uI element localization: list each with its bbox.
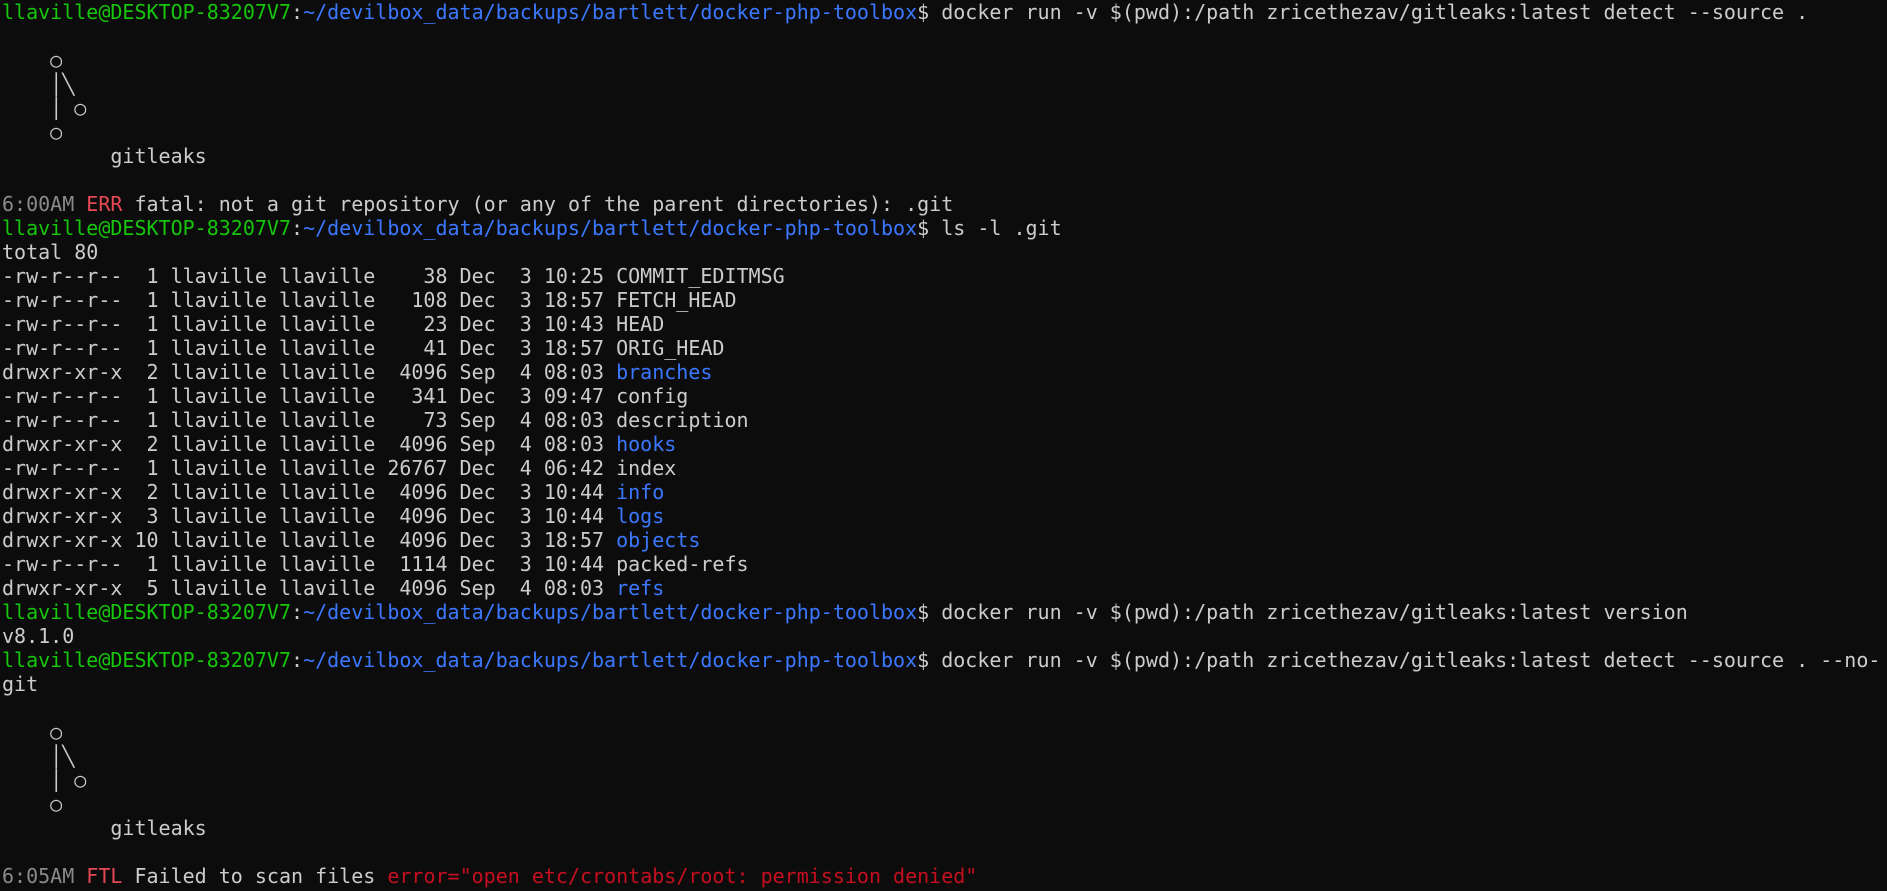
listing-row: -rw-r--r-- 1 llaville llaville 23 Dec 3 … xyxy=(2,312,1887,336)
listing-row: -rw-r--r-- 1 llaville llaville 38 Dec 3 … xyxy=(2,264,1887,288)
file-name: FETCH_HEAD xyxy=(616,288,737,312)
logo-line: │ ○ xyxy=(2,768,87,792)
prompt-separator: : xyxy=(290,0,304,24)
prompt-path: ~/devilbox_data/backups/bartlett/docker-… xyxy=(303,0,918,24)
prompt-user-host: llaville@DESKTOP-83207V7 xyxy=(2,600,291,624)
listing-row: drwxr-xr-x 2 llaville llaville 4096 Dec … xyxy=(2,480,1887,504)
prompt-user-host: llaville@DESKTOP-83207V7 xyxy=(2,216,291,240)
prompt-user-host: llaville@DESKTOP-83207V7 xyxy=(2,648,291,672)
file-meta: -rw-r--r-- 1 llaville llaville 73 Sep 4 … xyxy=(2,408,617,432)
logo-name: gitleaks xyxy=(2,144,207,168)
command-text: docker run -v $(pwd):/path zricethezav/g… xyxy=(929,648,1881,672)
file-name: COMMIT_EDITMSG xyxy=(616,264,785,288)
prompt-symbol: $ xyxy=(917,600,930,624)
log-line-err: 6:00AM ERR fatal: not a git repository (… xyxy=(2,192,1887,216)
prompt-path: ~/devilbox_data/backups/bartlett/docker-… xyxy=(303,600,918,624)
listing-total: total 80 xyxy=(2,240,99,264)
command-text: docker run -v $(pwd):/path zricethezav/g… xyxy=(929,0,1809,24)
directory-name: info xyxy=(616,480,665,504)
listing-row: drwxr-xr-x 3 llaville llaville 4096 Dec … xyxy=(2,504,1887,528)
logo-line: ○ xyxy=(2,120,63,144)
listing-row: -rw-r--r-- 1 llaville llaville 108 Dec 3… xyxy=(2,288,1887,312)
logo-line: ○ xyxy=(2,720,63,744)
command-text-wrapped: git xyxy=(2,672,39,696)
listing-row: -rw-r--r-- 1 llaville llaville 1114 Dec … xyxy=(2,552,1887,576)
file-meta: drwxr-xr-x 10 llaville llaville 4096 Dec… xyxy=(2,528,617,552)
command-text: docker run -v $(pwd):/path zricethezav/g… xyxy=(929,600,1688,624)
prompt-line: llaville@DESKTOP-83207V7:~/devilbox_data… xyxy=(2,600,1887,624)
file-meta: drwxr-xr-x 2 llaville llaville 4096 Sep … xyxy=(2,432,617,456)
listing-row: -rw-r--r-- 1 llaville llaville 41 Dec 3 … xyxy=(2,336,1887,360)
prompt-line: llaville@DESKTOP-83207V7:~/devilbox_data… xyxy=(2,0,1887,24)
directory-name: refs xyxy=(616,576,665,600)
file-meta: -rw-r--r-- 1 llaville llaville 108 Dec 3… xyxy=(2,288,617,312)
log-timestamp: 6:00AM xyxy=(2,192,75,216)
prompt-user-host: llaville@DESKTOP-83207V7 xyxy=(2,0,291,24)
listing-row: drwxr-xr-x 10 llaville llaville 4096 Dec… xyxy=(2,528,1887,552)
logo-name: gitleaks xyxy=(2,816,207,840)
version-output: v8.1.0 xyxy=(2,624,75,648)
listing-row: -rw-r--r-- 1 llaville llaville 341 Dec 3… xyxy=(2,384,1887,408)
prompt-separator: : xyxy=(290,648,304,672)
prompt-line: llaville@DESKTOP-83207V7:~/devilbox_data… xyxy=(2,216,1887,240)
log-level-err: ERR xyxy=(86,192,123,216)
terminal-window[interactable]: llaville@DESKTOP-83207V7:~/devilbox_data… xyxy=(0,0,1887,891)
logo-line: │ ○ xyxy=(2,96,87,120)
logo-line: │╲ xyxy=(2,744,75,768)
listing-row: drwxr-xr-x 5 llaville llaville 4096 Sep … xyxy=(2,576,1887,600)
file-meta: drwxr-xr-x 5 llaville llaville 4096 Sep … xyxy=(2,576,617,600)
prompt-symbol: $ xyxy=(917,0,930,24)
file-meta: -rw-r--r-- 1 llaville llaville 26767 Dec… xyxy=(2,456,617,480)
file-name: HEAD xyxy=(616,312,665,336)
directory-name: hooks xyxy=(616,432,677,456)
listing-row: drwxr-xr-x 2 llaville llaville 4096 Sep … xyxy=(2,360,1887,384)
prompt-path: ~/devilbox_data/backups/bartlett/docker-… xyxy=(303,216,918,240)
file-meta: drwxr-xr-x 2 llaville llaville 4096 Dec … xyxy=(2,480,617,504)
file-meta: -rw-r--r-- 1 llaville llaville 23 Dec 3 … xyxy=(2,312,617,336)
directory-listing: -rw-r--r-- 1 llaville llaville 38 Dec 3 … xyxy=(2,264,1887,600)
log-error-detail: error="open etc/crontabs/root: permissio… xyxy=(387,864,978,888)
directory-name: branches xyxy=(616,360,713,384)
log-timestamp: 6:05AM xyxy=(2,864,75,888)
logo-line: │╲ xyxy=(2,72,75,96)
file-meta: drwxr-xr-x 2 llaville llaville 4096 Sep … xyxy=(2,360,617,384)
listing-row: drwxr-xr-x 2 llaville llaville 4096 Sep … xyxy=(2,432,1887,456)
file-name: packed-refs xyxy=(616,552,749,576)
file-meta: -rw-r--r-- 1 llaville llaville 41 Dec 3 … xyxy=(2,336,617,360)
command-text: ls -l .git xyxy=(929,216,1062,240)
file-name: index xyxy=(616,456,677,480)
prompt-symbol: $ xyxy=(917,648,930,672)
file-meta: -rw-r--r-- 1 llaville llaville 1114 Dec … xyxy=(2,552,617,576)
log-message: fatal: not a git repository (or any of t… xyxy=(122,192,954,216)
directory-name: logs xyxy=(616,504,665,528)
listing-row: -rw-r--r-- 1 llaville llaville 26767 Dec… xyxy=(2,456,1887,480)
file-name: description xyxy=(616,408,749,432)
log-level-ftl: FTL xyxy=(86,864,123,888)
directory-name: objects xyxy=(616,528,701,552)
prompt-separator: : xyxy=(290,216,304,240)
listing-row: -rw-r--r-- 1 llaville llaville 73 Sep 4 … xyxy=(2,408,1887,432)
prompt-symbol: $ xyxy=(917,216,930,240)
logo-line: ○ xyxy=(2,792,63,816)
logo-line: ○ xyxy=(2,48,63,72)
log-line-ftl: 6:05AM FTL Failed to scan files error="o… xyxy=(2,864,1887,888)
file-name: ORIG_HEAD xyxy=(616,336,725,360)
prompt-separator: : xyxy=(290,600,304,624)
file-meta: drwxr-xr-x 3 llaville llaville 4096 Dec … xyxy=(2,504,617,528)
file-name: config xyxy=(616,384,689,408)
file-meta: -rw-r--r-- 1 llaville llaville 38 Dec 3 … xyxy=(2,264,617,288)
file-meta: -rw-r--r-- 1 llaville llaville 341 Dec 3… xyxy=(2,384,617,408)
log-message: Failed to scan files xyxy=(122,864,388,888)
prompt-line: llaville@DESKTOP-83207V7:~/devilbox_data… xyxy=(2,648,1887,672)
prompt-path: ~/devilbox_data/backups/bartlett/docker-… xyxy=(303,648,918,672)
